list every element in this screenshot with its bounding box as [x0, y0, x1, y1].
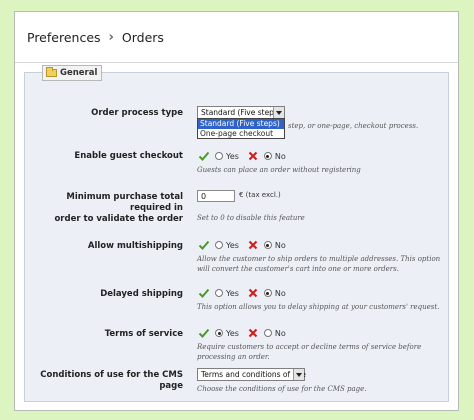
order-process-dropdown: Standard (Five steps) One-page checkout [197, 118, 285, 139]
cms-conditions-select[interactable]: Terms and conditions of use [197, 368, 306, 381]
delayed-shipping-yes-label: Yes [226, 288, 239, 298]
fieldset-legend-label: General [60, 68, 98, 78]
terms-of-service-no-label: No [274, 328, 286, 338]
order-process-selected-value: Standard (Five steps) [201, 108, 281, 117]
check-icon [198, 239, 210, 251]
cms-conditions-selected-value: Terms and conditions of use [201, 370, 306, 379]
terms-of-service-no-radio[interactable] [263, 329, 272, 337]
cms-conditions-label: Conditions of use for the CMS page [40, 370, 183, 391]
delayed-shipping-radios: Yes No [198, 287, 294, 299]
breadcrumb: Preferences › Orders [27, 30, 164, 45]
admin-window: Preferences › Orders General Order proce… [14, 11, 459, 411]
guest-checkout-no-label: No [274, 151, 286, 161]
fieldset-legend: General [42, 65, 103, 81]
general-fieldset: General Order process type Standard (Fiv… [24, 65, 449, 402]
check-icon [198, 150, 210, 162]
multishipping-yes-label: Yes [226, 240, 239, 250]
chevron-down-icon[interactable] [293, 369, 304, 380]
terms-of-service-help: Require customers to accept or decline t… [197, 343, 422, 361]
multishipping-yes-radio[interactable] [215, 241, 223, 249]
multishipping-no-radio[interactable] [263, 241, 272, 249]
minimum-purchase-help: Set to 0 to disable this feature [197, 214, 305, 222]
check-icon [198, 327, 210, 339]
minimum-purchase-input[interactable]: 0 [197, 190, 235, 202]
multishipping-no-label: No [274, 240, 286, 250]
terms-of-service-radios: Yes No [198, 327, 294, 339]
terms-of-service-label: Terms of service [104, 329, 183, 339]
minimum-purchase-suffix: € (tax excl.) [239, 191, 281, 199]
delayed-shipping-no-radio[interactable] [263, 289, 272, 297]
cross-icon [247, 287, 259, 299]
cross-icon [247, 239, 259, 251]
check-icon [198, 287, 210, 299]
cms-conditions-help: Choose the conditions of use for the CMS… [197, 385, 367, 393]
order-process-help: step, or one-page, checkout process. [288, 122, 419, 130]
chevron-down-icon[interactable] [273, 107, 284, 118]
delayed-shipping-no-label: No [274, 288, 286, 298]
delayed-shipping-yes-radio[interactable] [215, 289, 223, 297]
cross-icon [247, 327, 259, 339]
guest-checkout-yes-radio[interactable] [215, 152, 223, 160]
page-title: Orders [121, 30, 164, 45]
multishipping-help: Allow the customer to ship orders to mul… [197, 255, 441, 273]
header-divider [15, 62, 458, 63]
breadcrumb-preferences-link[interactable]: Preferences [27, 30, 101, 45]
guest-checkout-label: Enable guest checkout [74, 151, 183, 161]
guest-checkout-yes-label: Yes [226, 151, 239, 161]
order-process-label: Order process type [91, 108, 183, 118]
guest-checkout-no-radio[interactable] [263, 152, 272, 160]
terms-of-service-yes-radio[interactable] [215, 329, 223, 337]
minimum-purchase-label: Minimum purchase total required in order… [25, 192, 183, 225]
multishipping-label: Allow multishipping [87, 241, 183, 251]
guest-checkout-radios: Yes No [198, 150, 294, 162]
cross-icon [247, 150, 259, 162]
minimum-purchase-label-line1: Minimum purchase total required in [66, 192, 183, 213]
breadcrumb-separator: › [108, 30, 114, 45]
multishipping-radios: Yes No [198, 239, 294, 251]
minimum-purchase-label-line2: order to validate the order [54, 214, 183, 224]
order-process-option-standard[interactable]: Standard (Five steps) [198, 119, 284, 129]
delayed-shipping-help: This option allows you to delay shipping… [197, 303, 440, 311]
order-process-option-one-page[interactable]: One-page checkout [198, 129, 284, 139]
delayed-shipping-label: Delayed shipping [100, 289, 183, 299]
guest-checkout-help: Guests can place an order without regist… [197, 166, 361, 174]
folder-icon [46, 67, 57, 77]
terms-of-service-yes-label: Yes [226, 328, 239, 338]
